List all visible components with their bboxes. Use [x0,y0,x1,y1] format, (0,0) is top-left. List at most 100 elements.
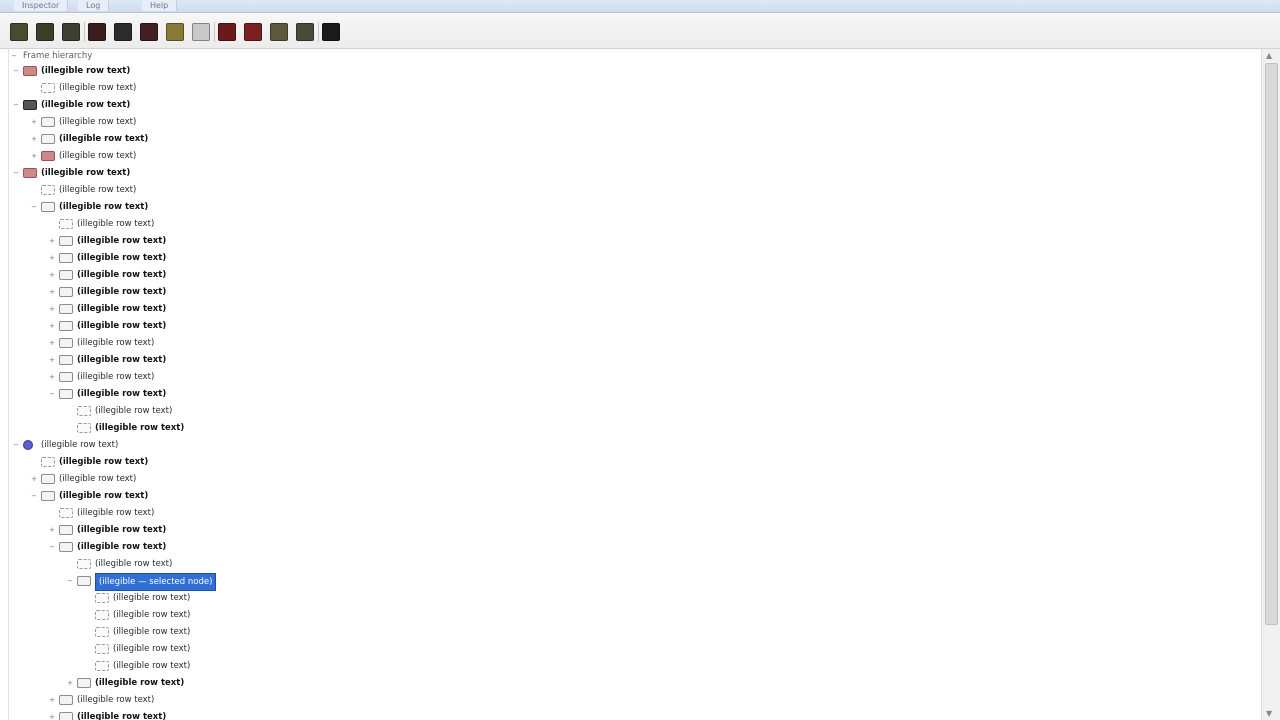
tree-node-label: (illegible row text) [77,695,155,705]
tree-node-label: (illegible row text) [113,610,191,620]
refresh-icon[interactable] [62,23,80,41]
collapse-icon[interactable]: − [49,391,55,398]
leaf-node-icon [77,406,91,416]
leaf-node-icon [41,185,55,195]
node-icon [59,372,73,382]
tree-node-label: (illegible row text) [59,117,137,127]
tree-node-label: (illegible row text) [41,100,131,110]
node-icon [59,287,73,297]
vertical-scrollbar[interactable]: ▲ ▼ [1261,49,1280,720]
node-icon [59,304,73,314]
tree-node-label: (illegible row text) [77,304,167,314]
collapse-icon[interactable]: − [11,53,17,60]
expand-icon[interactable]: + [67,680,73,687]
title-bar: Inspector Log Help [0,0,1280,13]
node-icon [59,389,73,399]
title-tab-0[interactable]: Inspector [14,0,69,11]
collapse-icon[interactable]: − [49,544,55,551]
node-icon [23,168,37,178]
expand-icon[interactable]: + [31,119,37,126]
scroll-up-icon[interactable]: ▲ [1266,51,1272,60]
filter-icon[interactable] [166,23,184,41]
tree-node-label: (illegible row text) [59,491,149,501]
scroll-down-icon[interactable]: ▼ [1266,709,1272,718]
tree-node-label: (illegible row text) [77,355,167,365]
leaf-node-icon [95,593,109,603]
settings-icon[interactable] [296,23,314,41]
save-icon[interactable] [36,23,54,41]
export-icon[interactable] [270,23,288,41]
node-icon [59,270,73,280]
tree-node-label: (illegible row text) [77,236,167,246]
node-icon [59,525,73,535]
leaf-node-icon [59,508,73,518]
stop-icon[interactable] [114,23,132,41]
expand-icon[interactable]: + [49,527,55,534]
toolbar [0,13,1280,49]
tree-view[interactable]: − Frame hierarchy − (illegible row text) (… [8,49,1261,720]
tree-node-label: (illegible row text) [113,627,191,637]
status-dot-icon [23,440,33,450]
leaf-node-icon [95,627,109,637]
expand-icon[interactable]: + [49,357,55,364]
tree-node-label: (illegible row text) [113,593,191,603]
expand-icon[interactable]: + [49,697,55,704]
node-icon [59,695,73,705]
collapse-icon[interactable]: − [13,170,19,177]
expand-icon[interactable]: + [49,255,55,262]
scroll-thumb[interactable] [1265,63,1278,625]
leaf-node-icon [95,610,109,620]
node-icon [59,712,73,720]
leaf-node-icon [41,457,55,467]
info-icon[interactable] [322,23,340,41]
tree-node-label: (illegible row text) [77,372,155,382]
collapse-icon[interactable]: − [31,493,37,500]
tree-node-label: (illegible row text) [77,270,167,280]
expand-icon[interactable]: + [31,476,37,483]
leaf-node-icon [41,83,55,93]
expand-icon[interactable]: + [31,153,37,160]
expand-icon[interactable]: + [31,136,37,143]
delete-icon[interactable] [218,23,236,41]
collapse-icon[interactable]: − [31,204,37,211]
expand-icon[interactable]: + [49,374,55,381]
toolbar-separator [84,22,85,42]
node-icon [41,134,55,144]
clear-icon[interactable] [244,23,262,41]
expand-icon[interactable]: + [49,238,55,245]
leaf-node-icon [59,219,73,229]
search-icon[interactable] [192,23,210,41]
tree-node-label: (illegible row text) [95,423,185,433]
node-icon [59,338,73,348]
tree-node-label: (illegible row text) [77,389,167,399]
tree-node-label: (illegible row text) [41,440,119,450]
expand-icon[interactable]: + [49,272,55,279]
collapse-icon[interactable]: − [13,68,19,75]
tree-node-label: (illegible row text) [77,321,167,331]
tree-node-label: (illegible row text) [59,202,149,212]
expand-icon[interactable]: + [49,323,55,330]
node-icon [23,66,37,76]
title-tab-2[interactable]: Help [142,0,178,11]
tree-node-label: (illegible row text) [59,185,137,195]
pause-icon[interactable] [140,23,158,41]
node-icon [59,236,73,246]
expand-icon[interactable]: + [49,306,55,313]
title-tab-1[interactable]: Log [78,0,110,11]
node-icon [77,678,91,688]
expand-icon[interactable]: + [49,714,55,720]
collapse-icon[interactable]: − [67,578,73,585]
tree-node-label: (illegible row text) [59,474,137,484]
tree-node-label: (illegible row text) [77,219,155,229]
tree-node-label: (illegible row text) [77,508,155,518]
record-icon[interactable] [88,23,106,41]
tree-node-label: (illegible row text) [77,338,155,348]
open-icon[interactable] [10,23,28,41]
collapse-icon[interactable]: − [13,442,19,449]
tree-node-label: (illegible row text) [41,168,131,178]
tree-node-label: (illegible row text) [59,151,137,161]
expand-icon[interactable]: + [49,289,55,296]
collapse-icon[interactable]: − [13,102,19,109]
tree-node-label: (illegible row text) [59,134,149,144]
expand-icon[interactable]: + [49,340,55,347]
